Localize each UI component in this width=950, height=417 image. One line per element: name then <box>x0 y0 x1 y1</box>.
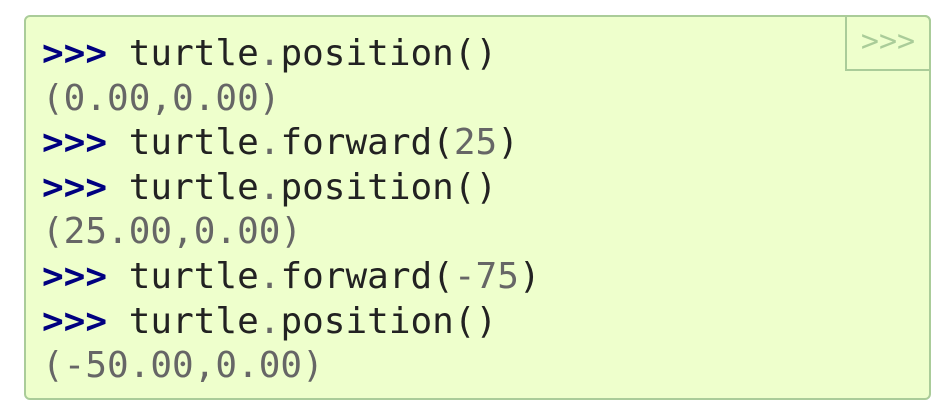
code-dot: . <box>258 166 281 208</box>
code-close-paren: ) <box>497 122 519 164</box>
code-line-output: (-50.00,0.00) <box>42 345 324 387</box>
code-method: forward <box>280 122 433 164</box>
code-dot: . <box>258 122 281 164</box>
prompt-marker: >>> <box>42 255 108 297</box>
code-argument: 25 <box>453 122 498 164</box>
code-line-output: (25.00,0.00) <box>42 211 303 253</box>
code-line-input: >>> turtle.position() <box>42 32 541 77</box>
code-line-input: >>> turtle.position() <box>42 300 541 345</box>
code-dot: . <box>258 255 281 297</box>
code-method: position <box>280 166 454 208</box>
code-object: turtle <box>128 255 259 297</box>
code-line-input: >>> turtle.forward(25) <box>42 121 541 166</box>
code-block: >>> >>> turtle.position() (0.00,0.00) >>> … <box>24 15 931 400</box>
code-close-paren: ) <box>475 166 498 208</box>
code-argument: -75 <box>453 255 519 297</box>
code-open-paren: ( <box>453 166 476 208</box>
code-open-paren: ( <box>453 300 476 342</box>
code-line-input: >>> turtle.position() <box>42 166 541 211</box>
code-line-output: (0.00,0.00) <box>42 77 281 119</box>
prompt-marker: >>> <box>42 33 108 74</box>
code-method: position <box>280 33 454 74</box>
prompt-marker: >>> <box>42 166 108 208</box>
code-dot: . <box>258 33 281 74</box>
code-open-paren: ( <box>432 255 454 297</box>
code-method: forward <box>280 255 433 297</box>
code-open-paren: ( <box>432 122 454 164</box>
prompt-marker: >>> <box>42 122 108 164</box>
copy-prompt-toggle-button[interactable]: >>> <box>845 15 931 71</box>
code-object: turtle <box>128 300 259 342</box>
code-object: turtle <box>128 33 259 74</box>
code-object: turtle <box>128 166 259 208</box>
code-line-input: >>> turtle.forward(-75) <box>42 255 541 300</box>
code-close-paren: ) <box>518 255 541 297</box>
code-close-paren: ) <box>475 33 498 74</box>
code-dot: . <box>258 300 281 342</box>
code-object: turtle <box>128 122 259 164</box>
code-open-paren: ( <box>453 33 476 74</box>
code-close-paren: ) <box>475 300 498 342</box>
code-listing: >>> turtle.position() (0.00,0.00) >>> turt… <box>42 32 541 389</box>
code-method: position <box>280 300 454 342</box>
prompt-marker: >>> <box>42 300 108 342</box>
